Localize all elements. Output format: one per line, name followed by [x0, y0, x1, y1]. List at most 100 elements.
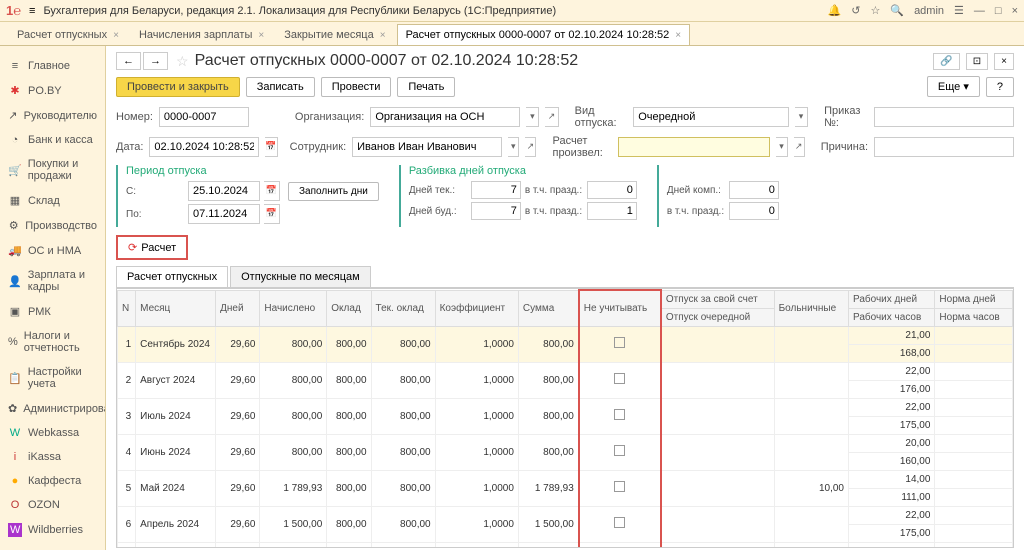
table-row[interactable]: 5Май 202429,601 789,93800,00800,001,0000… [118, 470, 1013, 488]
date-field[interactable] [149, 137, 259, 157]
run-close-button[interactable]: Провести и закрыть [116, 77, 240, 97]
tab-2[interactable]: Закрытие месяца× [275, 24, 394, 45]
run-button[interactable]: Провести [321, 77, 392, 97]
col-own[interactable]: Отпуск за свой счет [661, 290, 774, 308]
col-cur-salary[interactable]: Тек. оклад [371, 290, 435, 326]
save-button[interactable]: Записать [246, 77, 315, 97]
menu-icon[interactable]: ≡ [29, 5, 35, 17]
cur-field[interactable] [471, 181, 521, 199]
open-icon[interactable]: ↗ [525, 137, 536, 157]
sidebar-item-assets[interactable]: 🚚ОС и НМА [0, 238, 105, 263]
col-n[interactable]: N [118, 290, 136, 326]
calendar-icon[interactable]: 📅 [264, 204, 280, 224]
exclude-checkbox[interactable] [614, 517, 625, 528]
tab-0[interactable]: Расчет отпускных× [8, 24, 128, 45]
col-salary[interactable]: Оклад [327, 290, 371, 326]
exclude-checkbox[interactable] [614, 481, 625, 492]
table-row[interactable]: 7Март 202429,601 500,00800,00800,001,000… [118, 542, 1013, 548]
sidebar-item-manager[interactable]: ↗Руководителю [0, 103, 105, 128]
col-exclude[interactable]: Не учитывать [579, 290, 661, 326]
tab-3[interactable]: Расчет отпускных 0000-0007 от 02.10.2024… [397, 24, 691, 45]
number-field[interactable] [159, 107, 249, 127]
col-sick[interactable]: Больничные [774, 290, 848, 326]
order-field[interactable] [874, 107, 1014, 127]
fut-h-field[interactable] [587, 202, 637, 220]
history-icon[interactable]: ↺ [851, 4, 860, 17]
exclude-checkbox[interactable] [614, 373, 625, 384]
col-days[interactable]: Дней [216, 290, 260, 326]
sidebar-item-warehouse[interactable]: ▦Склад [0, 188, 105, 213]
nav-fwd-button[interactable]: → [143, 52, 168, 70]
favorite-icon[interactable]: ☆ [176, 53, 189, 70]
fut-field[interactable] [471, 202, 521, 220]
subtab-monthly[interactable]: Отпускные по месяцам [230, 266, 371, 287]
sidebar-item-main[interactable]: ≡Главное [0, 54, 105, 78]
col-accrued[interactable]: Начислено [260, 290, 327, 326]
to-field[interactable] [188, 204, 260, 224]
table-row[interactable]: 1Сентябрь 202429,60800,00800,00800,001,0… [118, 326, 1013, 344]
exclude-checkbox[interactable] [614, 409, 625, 420]
sidebar-item-ozon[interactable]: OOZON [0, 493, 105, 517]
exclude-checkbox[interactable] [614, 445, 625, 456]
sidebar-item-salary[interactable]: 👤Зарплата и кадры [0, 263, 105, 299]
emp-field[interactable] [352, 137, 502, 157]
sidebar-item-tax[interactable]: %Налоги и отчетность [0, 324, 105, 360]
more-button[interactable]: Еще ▾ [927, 76, 980, 97]
close-icon[interactable]: × [1012, 5, 1018, 17]
open-icon[interactable]: ↗ [794, 137, 805, 157]
org-field[interactable] [370, 107, 520, 127]
close-icon[interactable]: × [994, 53, 1014, 70]
sidebar-item-production[interactable]: ⚙Производство [0, 213, 105, 238]
calendar-icon[interactable]: 📅 [265, 137, 277, 157]
col-nd[interactable]: Норма дней [935, 290, 1013, 308]
sidebar-item-kaffesta[interactable]: ●Каффеста [0, 469, 105, 493]
sidebar-item-ikassa[interactable]: iiKassa [0, 445, 105, 469]
print-button[interactable]: Печать [397, 77, 455, 97]
close-icon[interactable]: × [675, 30, 681, 41]
comp-field[interactable] [729, 181, 779, 199]
close-icon[interactable]: × [113, 30, 119, 41]
link-icon[interactable]: 🔗 [933, 53, 959, 70]
calc-button[interactable]: ⟳Расчет [116, 235, 188, 260]
table-row[interactable]: 2Август 202429,60800,00800,00800,001,000… [118, 362, 1013, 380]
reason-field[interactable] [874, 137, 1014, 157]
help-button[interactable]: ? [986, 77, 1014, 97]
dropdown-icon[interactable]: ▾ [795, 107, 808, 127]
dropdown-icon[interactable]: ▾ [526, 107, 539, 127]
open-icon[interactable]: ↗ [545, 107, 558, 127]
settings-icon[interactable]: ☰ [954, 4, 964, 17]
minimize-icon[interactable]: — [974, 5, 985, 17]
nav-back-button[interactable]: ← [116, 52, 141, 70]
fill-days-button[interactable]: Заполнить дни [288, 182, 379, 201]
search-icon[interactable]: 🔍 [890, 4, 904, 17]
close-icon[interactable]: × [380, 30, 386, 41]
sidebar-item-poby[interactable]: ✱PO.BY [0, 78, 105, 103]
cur-h-field[interactable] [587, 181, 637, 199]
bell-icon[interactable]: 🔔 [828, 4, 842, 17]
maximize-icon[interactable]: □ [995, 5, 1002, 17]
sidebar-item-rmk[interactable]: ▣РМК [0, 299, 105, 324]
table-row[interactable]: 6Апрель 202429,601 500,00800,00800,001,0… [118, 506, 1013, 524]
vactype-field[interactable] [633, 107, 789, 127]
sidebar-item-webkassa[interactable]: WWebkassa [0, 421, 105, 445]
comp-h-field[interactable] [729, 202, 779, 220]
dropdown-icon[interactable]: ▾ [776, 137, 787, 157]
table-row[interactable]: 4Июнь 202429,60800,00800,00800,001,00008… [118, 434, 1013, 452]
sidebar-item-admin[interactable]: ✿Администрирование [0, 396, 105, 421]
from-field[interactable] [188, 181, 260, 201]
calcby-field[interactable] [618, 137, 770, 157]
table-row[interactable]: 3Июль 202429,60800,00800,00800,001,00008… [118, 398, 1013, 416]
exclude-checkbox[interactable] [614, 337, 625, 348]
sidebar-item-wildberries[interactable]: WWildberries [0, 517, 105, 543]
sidebar-item-bank[interactable]: ◔Банк и касса [0, 128, 105, 152]
close-icon[interactable]: × [258, 30, 264, 41]
calendar-icon[interactable]: 📅 [264, 181, 280, 201]
subtab-calc[interactable]: Расчет отпускных [116, 266, 228, 287]
detach-icon[interactable]: ⊡ [966, 53, 988, 70]
dropdown-icon[interactable]: ▾ [508, 137, 519, 157]
sidebar-item-settings[interactable]: 📋Настройки учета [0, 360, 105, 396]
sidebar-item-sales[interactable]: 🛒Покупки и продажи [0, 152, 105, 188]
tab-1[interactable]: Начисления зарплаты× [130, 24, 273, 45]
col-sum[interactable]: Сумма [518, 290, 578, 326]
col-coef[interactable]: Коэффициент [435, 290, 518, 326]
